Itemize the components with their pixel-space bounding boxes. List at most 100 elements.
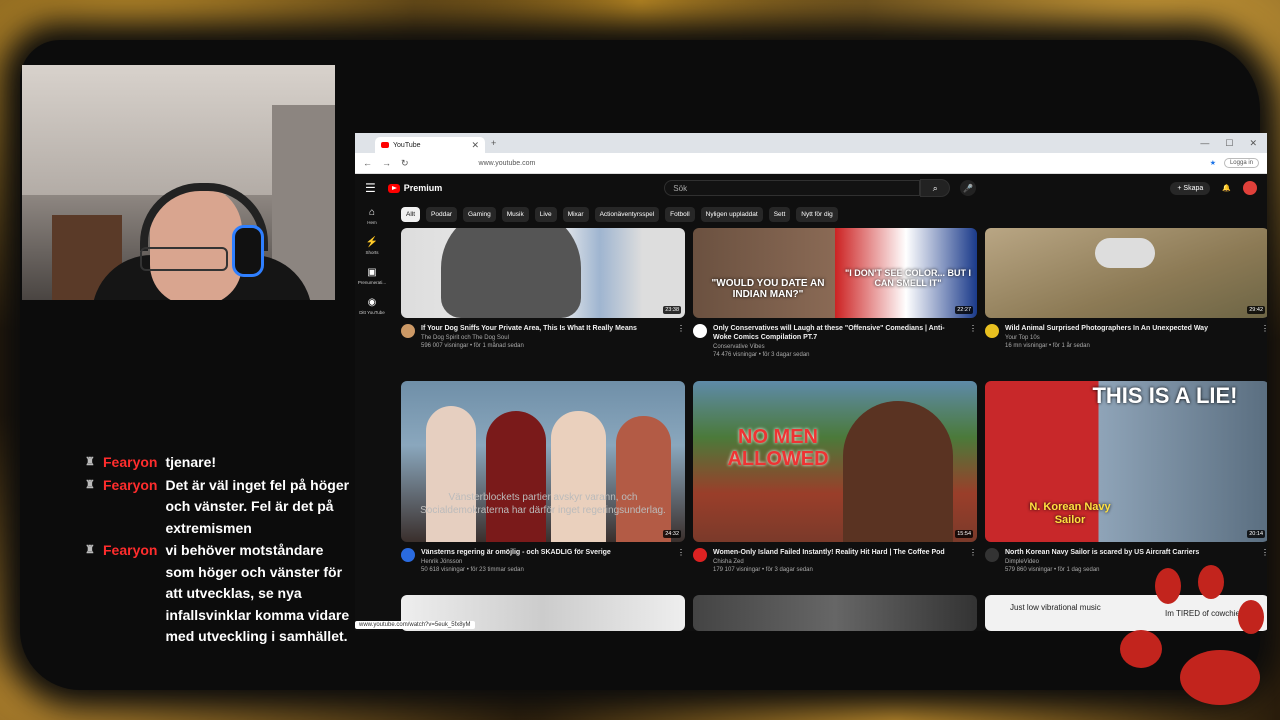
chip-podcasts[interactable]: Poddar (426, 207, 457, 222)
video-preview-subtitle: Vänsterblockets partier avskyr varann, o… (420, 492, 666, 516)
chat-username: Fearyon (103, 454, 158, 470)
forward-icon[interactable]: → (382, 158, 391, 168)
channel-avatar[interactable] (401, 324, 415, 338)
video-title[interactable]: Women-Only Island Failed Instantly! Real… (713, 548, 963, 557)
minimize-icon[interactable]: — (1200, 138, 1209, 149)
video-info: Women-Only Island Failed Instantly! Real… (713, 548, 963, 573)
video-card[interactable]: 23:38 If Your Dog Sniffs Your Private Ar… (401, 228, 685, 349)
channel-name[interactable]: Conservative Vibes (713, 344, 963, 350)
sidebar-item-you[interactable]: ◉ Ditt YouTube (355, 297, 389, 315)
microphone-icon[interactable]: 🎤 (960, 180, 977, 196)
video-card[interactable]: THIS IS A LIE! N. Korean Navy Sailor 20:… (985, 381, 1267, 573)
stream-chat: ♜ Fearyon tjenare! ♜ Fearyon Det är väl … (85, 452, 355, 649)
chat-username: Fearyon (103, 542, 158, 558)
video-thumbnail[interactable]: "WOULD YOU DATE AN INDIAN MAN?" "I DON'T… (693, 228, 977, 318)
back-icon[interactable]: ← (363, 158, 372, 168)
search-input[interactable]: Sök (664, 180, 921, 196)
more-options-icon[interactable]: ⋮ (1261, 324, 1267, 349)
video-stats: 596 007 visningar • för 1 månad sedan (421, 343, 524, 349)
chip-watched[interactable]: Sett (768, 207, 791, 222)
video-thumbnail[interactable]: 29:42 (985, 228, 1267, 318)
video-thumbnail[interactable]: Vänsterblockets partier avskyr varann, o… (401, 381, 685, 542)
notifications-bell-icon[interactable]: 🔔 (1222, 184, 1231, 192)
channel-name[interactable]: Chisha Zed (713, 559, 963, 565)
shorts-icon: ⚡ (365, 237, 379, 248)
chip-all[interactable]: Allt (401, 207, 421, 222)
sidebar-item-shorts[interactable]: ⚡ Shorts (355, 237, 389, 255)
channel-name[interactable]: Henrik Jönsson (421, 559, 671, 565)
channel-avatar[interactable] (985, 324, 999, 338)
thumbnail-overlay-text: THIS IS A LIE! (1092, 383, 1238, 408)
youtube-logo[interactable]: Premium (387, 183, 442, 193)
channel-avatar[interactable] (401, 548, 415, 562)
video-thumbnail[interactable]: NO MEN ALLOWED 15:54 (693, 381, 977, 542)
sidebar-label: Shorts (365, 250, 379, 255)
paw-decoration (1238, 600, 1264, 634)
chat-text: Det är väl inget fel på höger och vänste… (165, 476, 350, 536)
youtube-sidebar: ⌂ Hem ⚡ Shorts ▣ Prenumerati... ◉ Ditt Y… (355, 207, 389, 327)
video-card[interactable]: Just low vibrational music Im TIRED of c… (985, 595, 1267, 631)
video-thumbnail[interactable]: Just low vibrational music Im TIRED of c… (985, 595, 1267, 631)
chat-badge-icon: ♜ (85, 478, 95, 491)
video-card[interactable]: 29:42 Wild Animal Surprised Photographer… (985, 228, 1267, 349)
address-bar: ← → ↻ www.youtube.com ★ Logga in (355, 153, 1267, 174)
browser-window: YouTube ✕ + — ☐ ✕ ← → ↻ www.youtube.com … (355, 133, 1267, 631)
hamburger-menu-icon[interactable]: ☰ (365, 181, 376, 195)
tab-title: YouTube (393, 141, 421, 149)
chip-football[interactable]: Fotboll (665, 207, 695, 222)
tab-youtube[interactable]: YouTube ✕ (375, 137, 485, 153)
create-button[interactable]: + Skapa (1170, 181, 1211, 195)
channel-avatar[interactable] (985, 548, 999, 562)
chip-new-to-you[interactable]: Nytt för dig (796, 207, 838, 222)
chip-gaming[interactable]: Gaming (463, 207, 496, 222)
browser-tabbar: YouTube ✕ + — ☐ ✕ (355, 133, 1267, 153)
channel-name[interactable]: Your Top 10s (1005, 335, 1255, 341)
chat-text: tjenare! (165, 454, 217, 470)
chip-mixes[interactable]: Mixar (562, 207, 589, 222)
close-icon[interactable]: ✕ (471, 140, 479, 151)
channel-avatar[interactable] (693, 548, 707, 562)
video-thumbnail[interactable] (693, 595, 977, 631)
search-icon[interactable]: ⌕ (920, 179, 951, 197)
video-card[interactable]: "WOULD YOU DATE AN INDIAN MAN?" "I DON'T… (693, 228, 977, 358)
sidebar-item-subscriptions[interactable]: ▣ Prenumerati... (355, 267, 389, 285)
user-circle-icon: ◉ (367, 297, 377, 308)
dog-shape (441, 228, 581, 318)
new-tab-icon[interactable]: + (491, 138, 496, 148)
close-window-icon[interactable]: ✕ (1249, 138, 1257, 149)
video-card[interactable]: Vänsterblockets partier avskyr varann, o… (401, 381, 685, 573)
video-title[interactable]: Wild Animal Surprised Photographers In A… (1005, 324, 1255, 333)
more-options-icon[interactable]: ⋮ (969, 548, 977, 573)
video-thumbnail[interactable]: 23:38 (401, 228, 685, 318)
chip-action-adventure[interactable]: Actionäventyrsspel (594, 207, 660, 222)
video-meta: Wild Animal Surprised Photographers In A… (985, 324, 1267, 349)
chip-music[interactable]: Musik (501, 207, 529, 222)
channel-name[interactable]: DimpleVideo (1005, 559, 1255, 565)
more-options-icon[interactable]: ⋮ (677, 324, 685, 349)
channel-avatar[interactable] (693, 324, 707, 338)
video-title[interactable]: If Your Dog Sniffs Your Private Area, Th… (421, 324, 671, 333)
video-card[interactable]: NO MEN ALLOWED 15:54 Women-Only Island F… (693, 381, 977, 573)
more-options-icon[interactable]: ⋮ (969, 324, 977, 358)
star-icon[interactable]: ★ (1210, 159, 1216, 167)
video-card[interactable] (693, 595, 977, 631)
video-title[interactable]: North Korean Navy Sailor is scared by US… (1005, 548, 1255, 557)
user-avatar[interactable] (1243, 181, 1257, 195)
video-title[interactable]: Vänsterns regering är omöjlig - och SKAD… (421, 548, 671, 557)
youtube-play-icon (387, 183, 400, 193)
more-options-icon[interactable]: ⋮ (677, 548, 685, 573)
url-field[interactable]: www.youtube.com (479, 160, 536, 167)
login-button[interactable]: Logga in (1223, 158, 1259, 168)
sidebar-item-home[interactable]: ⌂ Hem (355, 207, 389, 225)
camera-lens-shape (1095, 238, 1155, 268)
chip-live[interactable]: Live (534, 207, 557, 222)
more-options-icon[interactable]: ⋮ (1261, 548, 1267, 573)
channel-name[interactable]: The Dog Spirit och The Dog Soul (421, 335, 671, 341)
refresh-icon[interactable]: ↻ (401, 158, 409, 169)
maximize-icon[interactable]: ☐ (1225, 138, 1233, 149)
chip-recently-uploaded[interactable]: Nyligen uppladdat (700, 207, 763, 222)
create-label: Skapa (1183, 184, 1204, 192)
video-title[interactable]: Only Conservatives will Laugh at these "… (713, 324, 963, 342)
video-thumbnail[interactable]: THIS IS A LIE! N. Korean Navy Sailor 20:… (985, 381, 1267, 542)
person-shape (426, 406, 476, 542)
